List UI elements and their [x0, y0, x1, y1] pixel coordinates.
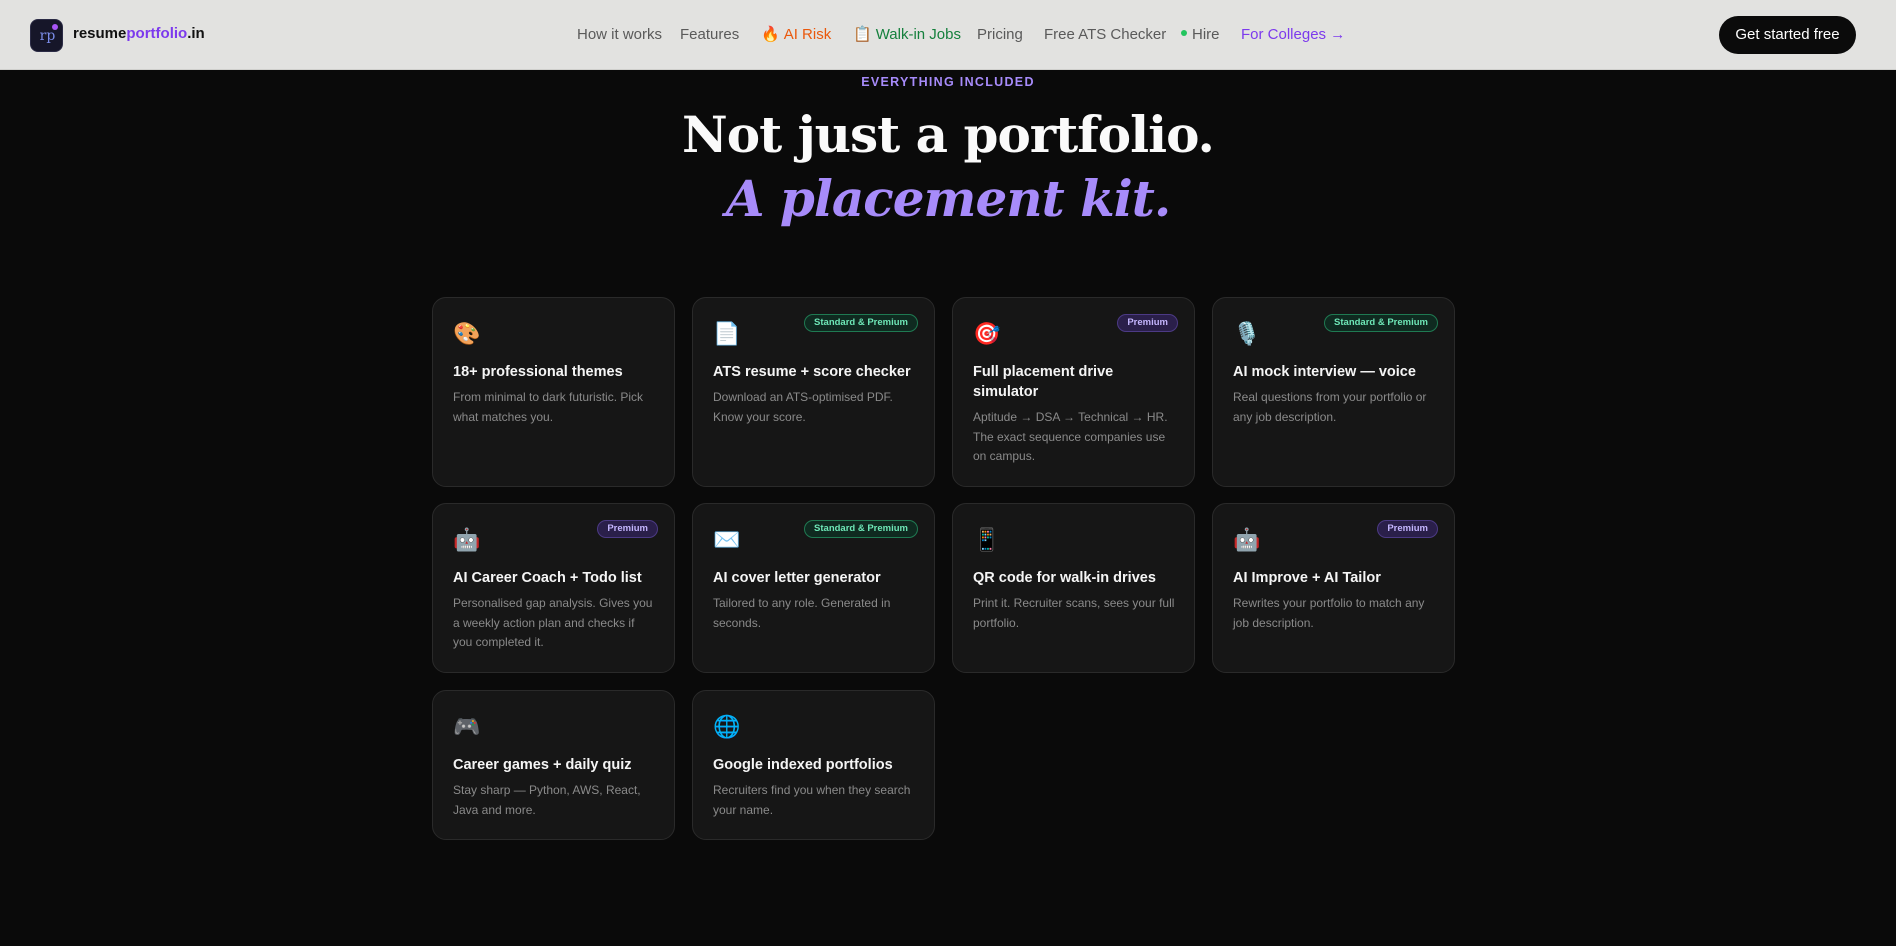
- top-navbar: rp resumeportfolio.in How it works Featu…: [0, 0, 1896, 70]
- feature-card: 📄 Standard & Premium ATS resume + score …: [692, 297, 935, 487]
- plan-badge: Standard & Premium: [804, 520, 918, 538]
- plan-badge: Premium: [1117, 314, 1178, 332]
- nav-link-for-colleges[interactable]: For Colleges →: [1241, 24, 1345, 46]
- nav-link-ai-risk-label: AI Risk: [783, 26, 832, 43]
- target-icon: 🎯: [973, 321, 1001, 346]
- get-started-button[interactable]: Get started free: [1719, 16, 1856, 54]
- nav-link-ai-risk[interactable]: 🔥 AI Risk: [761, 24, 831, 46]
- brand-prefix: resume: [73, 25, 127, 42]
- palette-icon: 🎨: [453, 321, 481, 346]
- gamepad-icon: 🎮: [453, 714, 481, 739]
- clipboard-icon: 📋: [853, 26, 872, 43]
- feature-card: 🎯 Premium Full placement drive simulator…: [952, 297, 1195, 487]
- feature-title: ATS resume + score checker: [713, 364, 911, 380]
- robot-icon: 🤖: [453, 527, 481, 552]
- nav-link-features[interactable]: Features: [680, 24, 739, 46]
- feature-title: AI Improve + AI Tailor: [1233, 570, 1381, 586]
- feature-description: Tailored to any role. Generated in secon…: [713, 596, 891, 630]
- feature-card: 🎨 18+ professional themes From minimal t…: [432, 297, 675, 487]
- plan-badge: Premium: [597, 520, 658, 538]
- brand-name[interactable]: resumeportfolio.in: [73, 24, 205, 44]
- feature-title: Google indexed portfolios: [713, 757, 893, 773]
- nav-link-hire[interactable]: Hire: [1181, 24, 1220, 46]
- feature-title: AI cover letter generator: [713, 570, 881, 586]
- feature-title: QR code for walk-in drives: [973, 570, 1156, 586]
- nav-link-free-ats-checker[interactable]: Free ATS Checker: [1044, 24, 1166, 46]
- feature-description: Download an ATS-optimised PDF. Know your…: [713, 390, 893, 424]
- feature-description: From minimal to dark futuristic. Pick wh…: [453, 390, 644, 424]
- feature-title: Career games + daily quiz: [453, 757, 632, 773]
- feature-description: Rewrites your portfolio to match any job…: [1233, 596, 1425, 630]
- feature-title: AI mock interview — voice: [1233, 364, 1416, 380]
- feature-card: 🤖 Premium AI Career Coach + Todo list Pe…: [432, 503, 675, 673]
- document-icon: 📄: [713, 321, 741, 346]
- section-eyebrow: EVERYTHING INCLUDED: [861, 75, 1035, 89]
- feature-card: 🌐 Google indexed portfolios Recruiters f…: [692, 690, 935, 840]
- feature-title: Full placement drive simulator: [973, 364, 1114, 400]
- feature-description: Aptitude → DSA → Technical → HR. The exa…: [973, 410, 1168, 463]
- nav-link-how-it-works[interactable]: How it works: [577, 24, 662, 46]
- status-dot-icon: [1181, 30, 1187, 37]
- feature-card: 🎙️ Standard & Premium AI mock interview …: [1212, 297, 1455, 487]
- plan-badge: Premium: [1377, 520, 1438, 538]
- robot-icon: 🤖: [1233, 527, 1261, 552]
- feature-description: Personalised gap analysis. Gives you a w…: [453, 596, 653, 649]
- globe-icon: 🌐: [713, 714, 741, 739]
- hero-subtitle: A placement kit.: [725, 169, 1172, 228]
- brand-suffix: .in: [187, 25, 205, 42]
- hero-title: Not just a portfolio.: [682, 105, 1215, 164]
- plan-badge: Standard & Premium: [1324, 314, 1438, 332]
- logo-dot: [52, 24, 58, 30]
- brand-accent: portfolio: [126, 25, 188, 42]
- feature-card: 🎮 Career games + daily quiz Stay sharp —…: [432, 690, 675, 840]
- feature-card: 📱 QR code for walk-in drives Print it. R…: [952, 503, 1195, 673]
- feature-card: ✉️ Standard & Premium AI cover letter ge…: [692, 503, 935, 673]
- feature-title: AI Career Coach + Todo list: [453, 570, 642, 586]
- microphone-icon: 🎙️: [1233, 321, 1261, 346]
- phone-icon: 📱: [973, 527, 1001, 552]
- feature-title: 18+ professional themes: [453, 364, 623, 380]
- envelope-icon: ✉️: [713, 527, 741, 552]
- feature-description: Stay sharp — Python, AWS, React, Java an…: [453, 783, 641, 817]
- plan-badge: Standard & Premium: [804, 314, 918, 332]
- feature-card: 🤖 Premium AI Improve + AI Tailor Rewrite…: [1212, 503, 1455, 673]
- feature-description: Real questions from your portfolio or an…: [1233, 390, 1427, 424]
- nav-link-hire-label: Hire: [1192, 26, 1220, 43]
- nav-link-pricing[interactable]: Pricing: [977, 24, 1023, 46]
- fire-icon: 🔥: [761, 26, 780, 43]
- logo-mark[interactable]: rp: [30, 19, 63, 52]
- logo-text: rp: [39, 28, 56, 44]
- feature-description: Print it. Recruiter scans, sees your ful…: [973, 596, 1175, 630]
- feature-description: Recruiters find you when they search you…: [713, 783, 911, 817]
- nav-link-walk-in-jobs[interactable]: 📋 Walk-in Jobs: [853, 24, 961, 46]
- nav-link-walk-in-jobs-label: Walk-in Jobs: [875, 26, 961, 43]
